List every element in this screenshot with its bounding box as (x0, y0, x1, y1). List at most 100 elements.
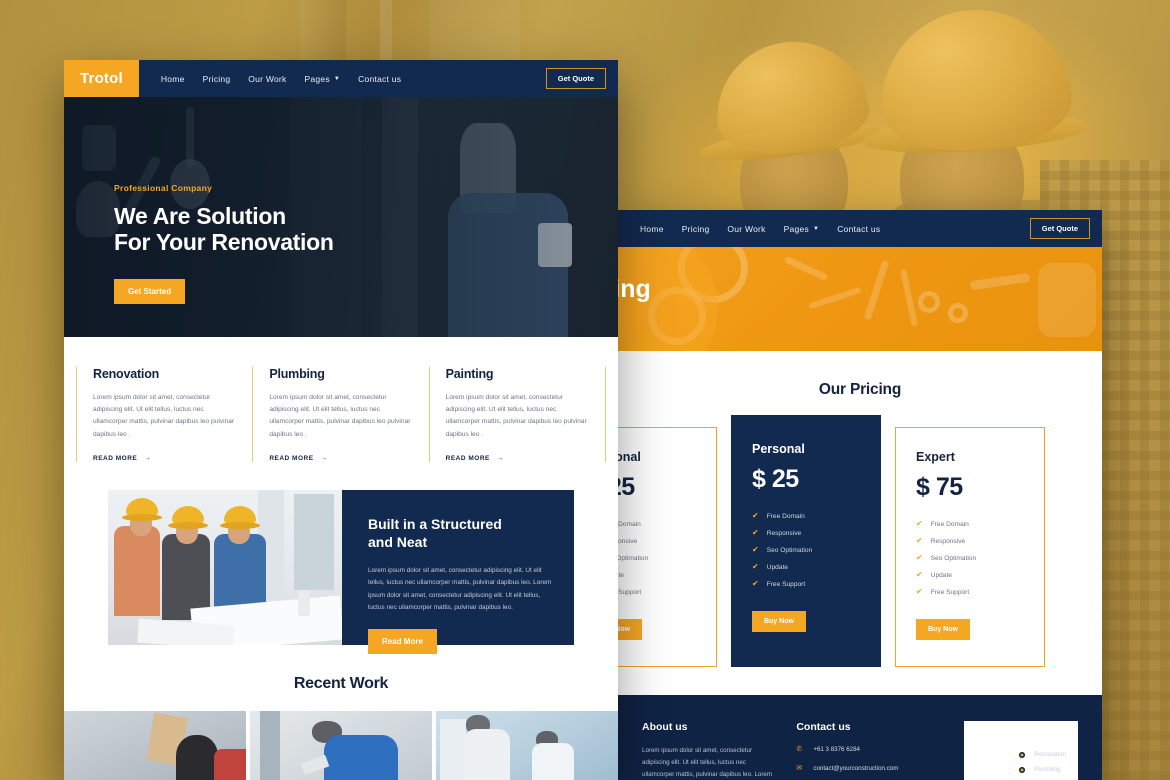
service-title: Painting (445, 367, 494, 381)
banner-tool (783, 255, 829, 282)
nav-item-contact-us[interactable]: Contact us (837, 224, 880, 234)
plan-price: $ 25 (752, 465, 799, 493)
photo-worker-body (214, 748, 246, 780)
nav-item-our-work[interactable]: Our Work (248, 74, 286, 84)
service-text: Lorem ipsum dolor sit amet, consectetur … (93, 394, 235, 438)
banner-tool (808, 286, 862, 310)
photo-ladder (440, 718, 466, 780)
nav-label: Pages (783, 223, 809, 234)
footer-services-title: Our Services (975, 751, 1020, 775)
read-more-link[interactable]: READ MORE → (269, 455, 412, 462)
footer-about-text: Lorem ipsum dolor sit amet, consectetur … (642, 747, 772, 779)
built-section: Built in a Structured and Neat Lorem ips… (108, 489, 574, 654)
footer-phone[interactable]: ✆ +61 3 8376 6284 (796, 745, 942, 755)
nav-item-home[interactable]: Home (161, 74, 185, 84)
plan-price: $ 75 (916, 473, 963, 501)
nav-item-pages[interactable]: Pages ▼ (784, 224, 820, 234)
plan-feature: ✔ Seo Optimation (752, 546, 860, 554)
buy-now-button[interactable]: Buy Now (916, 619, 970, 640)
brand-logo[interactable]: Trotol (64, 60, 139, 97)
nav-label: Home (160, 73, 185, 84)
recent-work-item-2[interactable] (250, 710, 432, 780)
pricing-card-personal-featured[interactable]: Personal $ 25 ✔ Free Domain ✔ Responsive ✔… (731, 415, 881, 667)
photo-worker-3-brim (220, 521, 260, 529)
list-item[interactable]: Renovation (1019, 751, 1066, 758)
pricing-card-personal-basic[interactable]: Personal $ 25 ✔Free Domain ✔Responsive ✔… (618, 427, 717, 667)
pricing-cards: Personal $ 25 ✔ Free Domain ✔ Responsive ✔… (618, 415, 1102, 667)
feature-label: Free Domain (618, 520, 641, 528)
nav-item-home[interactable]: Home (640, 224, 664, 234)
service-label: Plumbing (1034, 766, 1061, 773)
check-icon: ✔ (752, 579, 759, 588)
get-quote-button[interactable]: Get Quote (545, 68, 606, 89)
service-title: Plumbing (269, 367, 325, 381)
hero-content: Professional Company We Are Solution For… (114, 183, 334, 305)
photo-worker-1-brim (122, 513, 162, 521)
nav-item-pages[interactable]: Pages ▼ (305, 74, 341, 84)
chevron-down-icon: ▼ (813, 225, 820, 232)
nav-label: Contact us (358, 73, 402, 84)
nav-item-our-work[interactable]: Our Work (727, 224, 765, 234)
service-label: Renovation (1034, 751, 1066, 758)
photo-worker-body (532, 742, 574, 780)
plan-feature: ✔ Update (752, 563, 860, 571)
buy-now-button[interactable]: Buy Now (618, 619, 642, 640)
photo-worker-head (176, 734, 218, 780)
arrow-right-icon: → (320, 454, 328, 462)
feature-label: Responsive (930, 537, 966, 545)
recent-work-item-3[interactable] (436, 710, 618, 780)
get-quote-button[interactable]: Get Quote (1029, 218, 1090, 239)
footer-email[interactable]: ✉ contact@yourconstruction.com (796, 764, 942, 774)
plan-feature: ✔Free Domain (618, 520, 696, 528)
pricing-card-expert[interactable]: Expert $ 75 ✔ Free Domain ✔ Responsive ✔ Se… (895, 427, 1045, 667)
envelope-icon: ✉ (796, 764, 803, 772)
read-more-link[interactable]: READ MORE → (446, 455, 589, 462)
nav-label: Our Work (727, 223, 766, 234)
nav-item-pricing[interactable]: Pricing (203, 74, 231, 84)
get-started-button[interactable]: Get Started (114, 279, 186, 305)
built-title-line-2: and Neat (368, 533, 428, 550)
photo-worker-body (464, 728, 510, 780)
plan-name: Personal (752, 442, 805, 456)
site-footer: About us Lorem ipsum dolor sit amet, con… (618, 695, 1102, 780)
plan-feature: ✔Responsive (618, 537, 696, 545)
phone-icon: ✆ (796, 746, 803, 753)
feature-label: Seo Optimation (766, 546, 813, 554)
plan-features: ✔Free Domain ✔Responsive ✔Seo Optimation… (618, 520, 696, 596)
read-more-button[interactable]: Read More (368, 628, 437, 654)
plan-feature: ✔ Free Support (916, 588, 1024, 596)
built-title: Built in a Structured and Neat (368, 516, 552, 552)
nav-item-contact-us[interactable]: Contact us (358, 74, 401, 84)
feature-label: Update (766, 563, 788, 571)
service-card-painting: Painting Lorem ipsum dolor sit amet, con… (428, 367, 606, 462)
read-more-link[interactable]: READ MORE → (93, 455, 236, 462)
home-nav-links: Home Pricing Our Work Pages ▼ Contact us (139, 60, 546, 97)
photo-worker-body (324, 734, 398, 780)
list-item[interactable]: Plumbing (1019, 766, 1066, 773)
read-more-label: READ MORE (269, 454, 314, 462)
pricing-page-window: Home Pricing Our Work Pages ▼ Contact us … (618, 210, 1102, 780)
check-icon: ✔ (916, 553, 923, 562)
pricing-section: Our Pricing Personal $ 25 ✔ Free Domain ✔… (618, 351, 1102, 695)
check-icon: ✔ (916, 536, 923, 545)
plan-feature: ✔ Responsive (916, 537, 1024, 545)
feature-label: Update (618, 571, 624, 579)
home-page-window: Trotol Home Pricing Our Work Pages ▼ Cont… (64, 60, 618, 780)
feature-label: Responsive (618, 537, 638, 545)
footer-services-column: Our Services Renovation Plumbing Electri… (963, 721, 1078, 780)
nav-item-pricing[interactable]: Pricing (682, 224, 710, 234)
recent-work-item-1[interactable] (64, 710, 246, 780)
feature-label: Free Domain (930, 520, 969, 528)
photo-doorframe (260, 710, 280, 780)
feature-label: Free Support (618, 588, 642, 596)
banner-tool (969, 272, 1031, 291)
photo-worker-2-brim (168, 521, 208, 529)
check-icon: ✔ (752, 528, 759, 537)
check-icon: ✔ (752, 511, 759, 520)
recent-work-heading: Recent Work (293, 674, 389, 692)
feature-label: Free Support (930, 588, 970, 596)
feature-label: Seo Optimation (930, 554, 977, 562)
check-icon: ✔ (752, 545, 759, 554)
plan-feature: ✔Seo Optimation (618, 554, 696, 562)
buy-now-button[interactable]: Buy Now (752, 611, 806, 632)
